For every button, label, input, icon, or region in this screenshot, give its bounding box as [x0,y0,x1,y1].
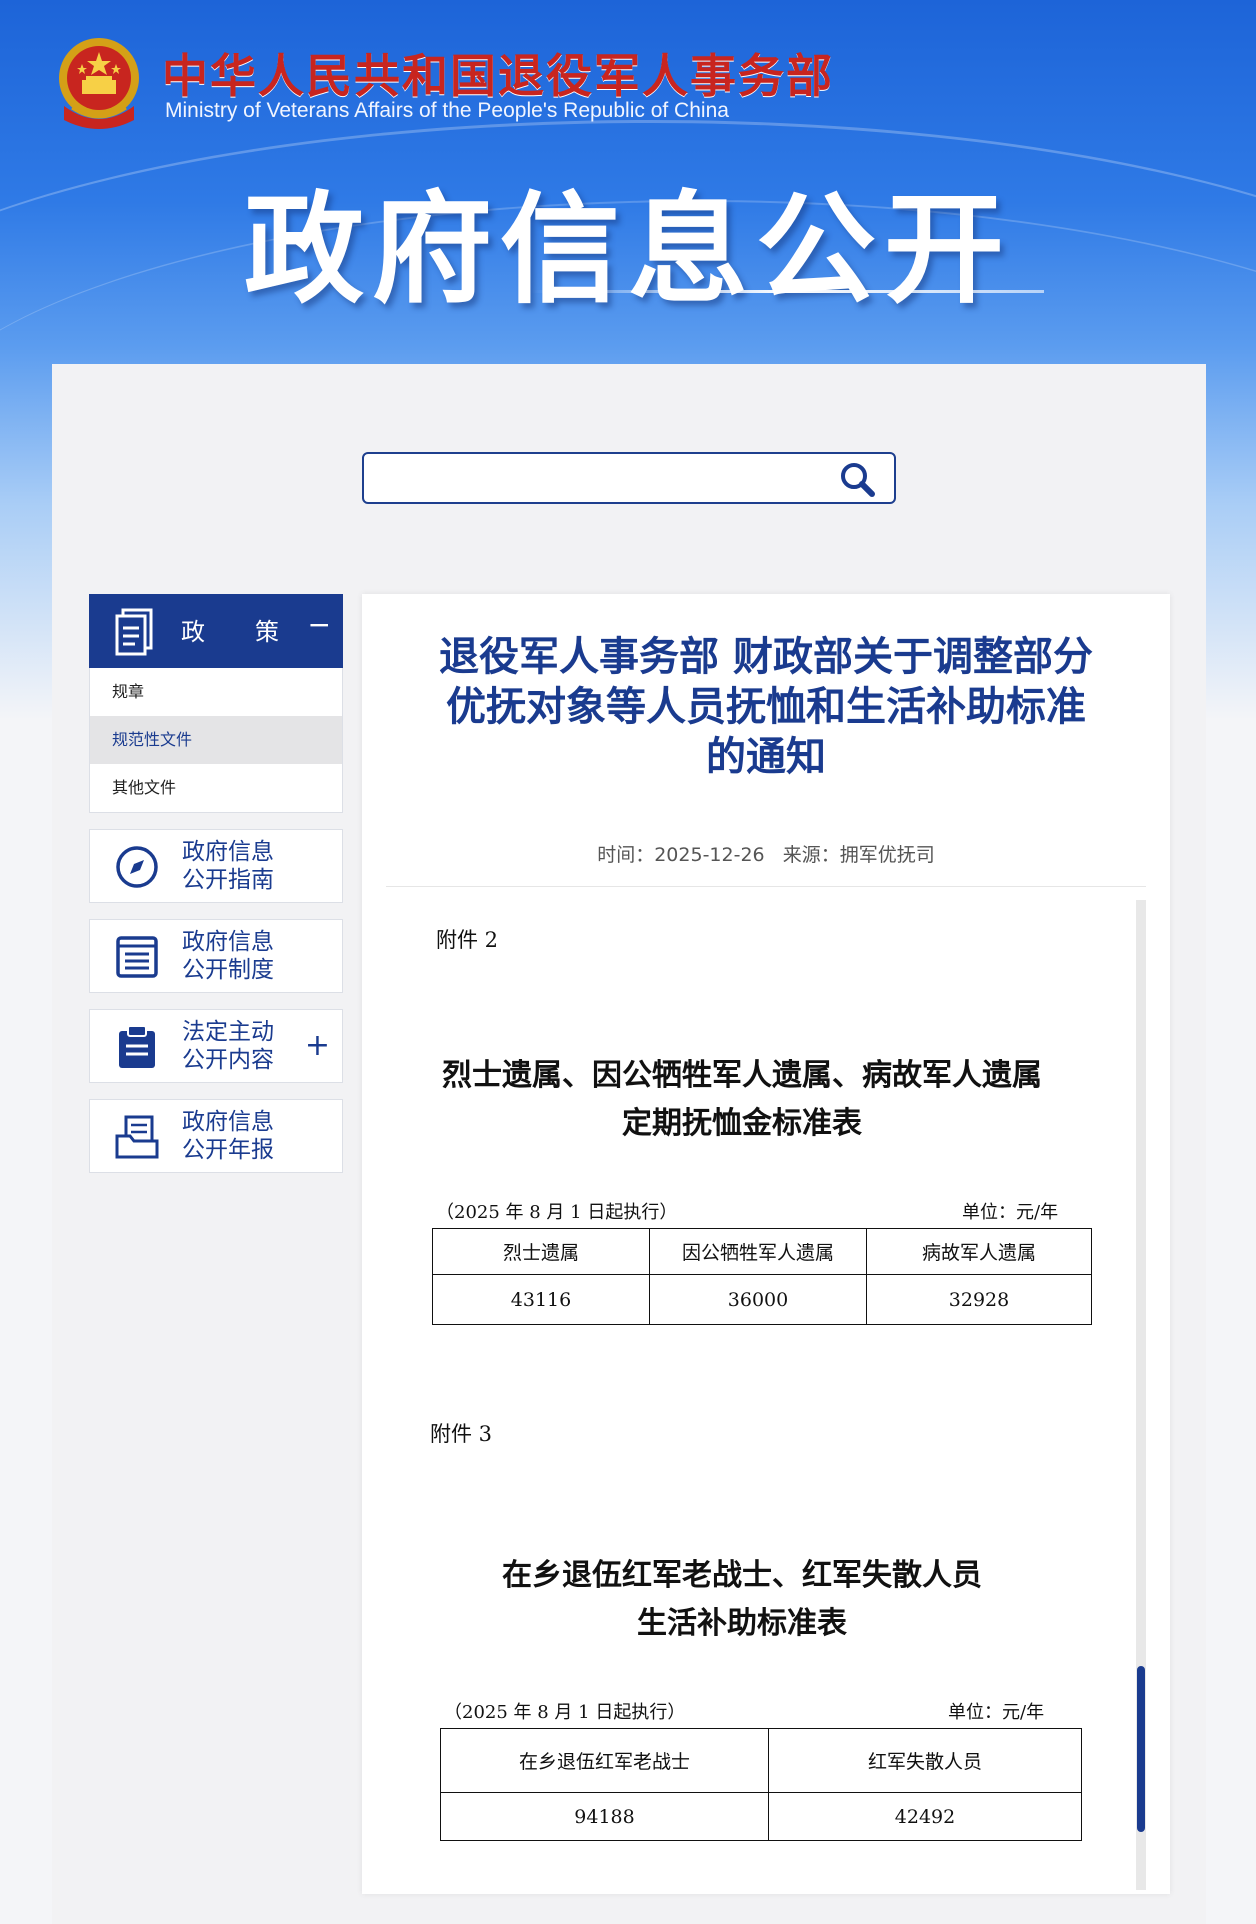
sidebar-item-rules[interactable]: 规章 [90,668,342,716]
category-label: 策 [255,618,279,646]
table-cell: 94188 [440,1792,769,1841]
collapse-icon[interactable]: − [308,608,331,641]
sidebar-item-other-docs[interactable]: 其他文件 [90,764,342,812]
table-row: 94188 42492 [440,1792,1082,1841]
table-title: 烈士遗属、因公牺牲军人遗属、病故军人遗属 定期抚恤金标准表 [442,1058,1042,1141]
table-cell: 32928 [866,1274,1092,1325]
attachment-label: 附件 3 [430,1422,493,1446]
pension-table: 烈士遗属 因公牺牲军人遗属 病故军人遗属 43116 36000 32928 [432,1228,1092,1325]
sidebar: 政 策 − 规章 规范性文件 其他文件 政府信息公开指南 政府信息公开制度 [89,594,343,1173]
nav-annual-report[interactable]: 政府信息 公开年报 [89,1099,343,1173]
table-row: 43116 36000 32928 [432,1274,1092,1325]
table-header: 烈士遗属 [432,1228,650,1275]
table-header: 病故军人遗属 [866,1228,1092,1275]
table-header: 因公牺牲军人遗属 [649,1228,867,1275]
category-policy[interactable]: 政 策 − [89,594,343,668]
national-emblem-icon [59,38,139,129]
table-cell: 36000 [649,1274,867,1325]
search-input[interactable] [374,462,818,496]
article-meta: 时间：2025-12-26 来源：拥军优抚司 [597,844,935,866]
unit-label: 单位：元/年 [962,1202,1059,1223]
list-icon [116,936,158,978]
nav-statutory-content[interactable]: 法定主动 公开内容 + [89,1009,343,1083]
table-header-row: 在乡退伍红军老战士 红军失散人员 [440,1728,1082,1793]
folder-doc-icon [115,1115,159,1159]
nav-disclosure-guide[interactable]: 政府信息 公开指南 [89,829,343,903]
search-icon[interactable] [838,460,878,500]
subsidy-table: 在乡退伍红军老战士 红军失散人员 94188 42492 [440,1728,1082,1841]
org-name-en: Ministry of Veterans Affairs of the Peop… [165,99,729,122]
org-name-cn: 中华人民共和国退役军人事务部 [162,49,834,103]
unit-label: 单位：元/年 [948,1702,1045,1723]
title-underline [530,290,1044,293]
page-title: 政府信息公开 [244,181,1012,320]
nav-label: 政府信息 公开年报 [182,1109,274,1163]
table-header: 红军失散人员 [768,1728,1082,1793]
table-header: 在乡退伍红军老战士 [440,1728,769,1793]
clipboard-icon [119,1025,155,1068]
table-cell: 42492 [768,1792,1082,1841]
search-box[interactable] [362,452,896,504]
table-title: 在乡退伍红军老战士、红军失散人员 生活补助标准表 [502,1558,982,1641]
table-cell: 43116 [432,1274,650,1325]
effective-date: （2025 年 8 月 1 日起执行） [444,1702,686,1723]
category-sub-list: 规章 规范性文件 其他文件 [89,668,343,813]
document-icon [115,608,153,656]
article-content: 退役军人事务部 财政部关于调整部分 优抚对象等人员抚恤和生活补助标准 的通知 时… [362,594,1170,1894]
table-header-row: 烈士遗属 因公牺牲军人遗属 病故军人遗属 [432,1228,1092,1275]
divider [386,886,1146,887]
article-title: 退役军人事务部 财政部关于调整部分 优抚对象等人员抚恤和生活补助标准 的通知 [439,634,1093,780]
nav-disclosure-system[interactable]: 政府信息 公开制度 [89,919,343,993]
nav-label: 政府信息 公开指南 [182,839,274,893]
compass-icon [116,846,158,888]
effective-date: （2025 年 8 月 1 日起执行） [436,1202,678,1223]
category-label: 政 [181,618,205,646]
nav-label: 政府信息 公开制度 [182,929,274,983]
nav-label: 法定主动 公开内容 [182,1019,274,1073]
attachment-label: 附件 2 [436,928,499,952]
expand-icon[interactable]: + [305,1028,330,1063]
sidebar-item-normative-docs[interactable]: 规范性文件 [90,716,342,764]
scrollbar-thumb[interactable] [1137,1666,1145,1832]
